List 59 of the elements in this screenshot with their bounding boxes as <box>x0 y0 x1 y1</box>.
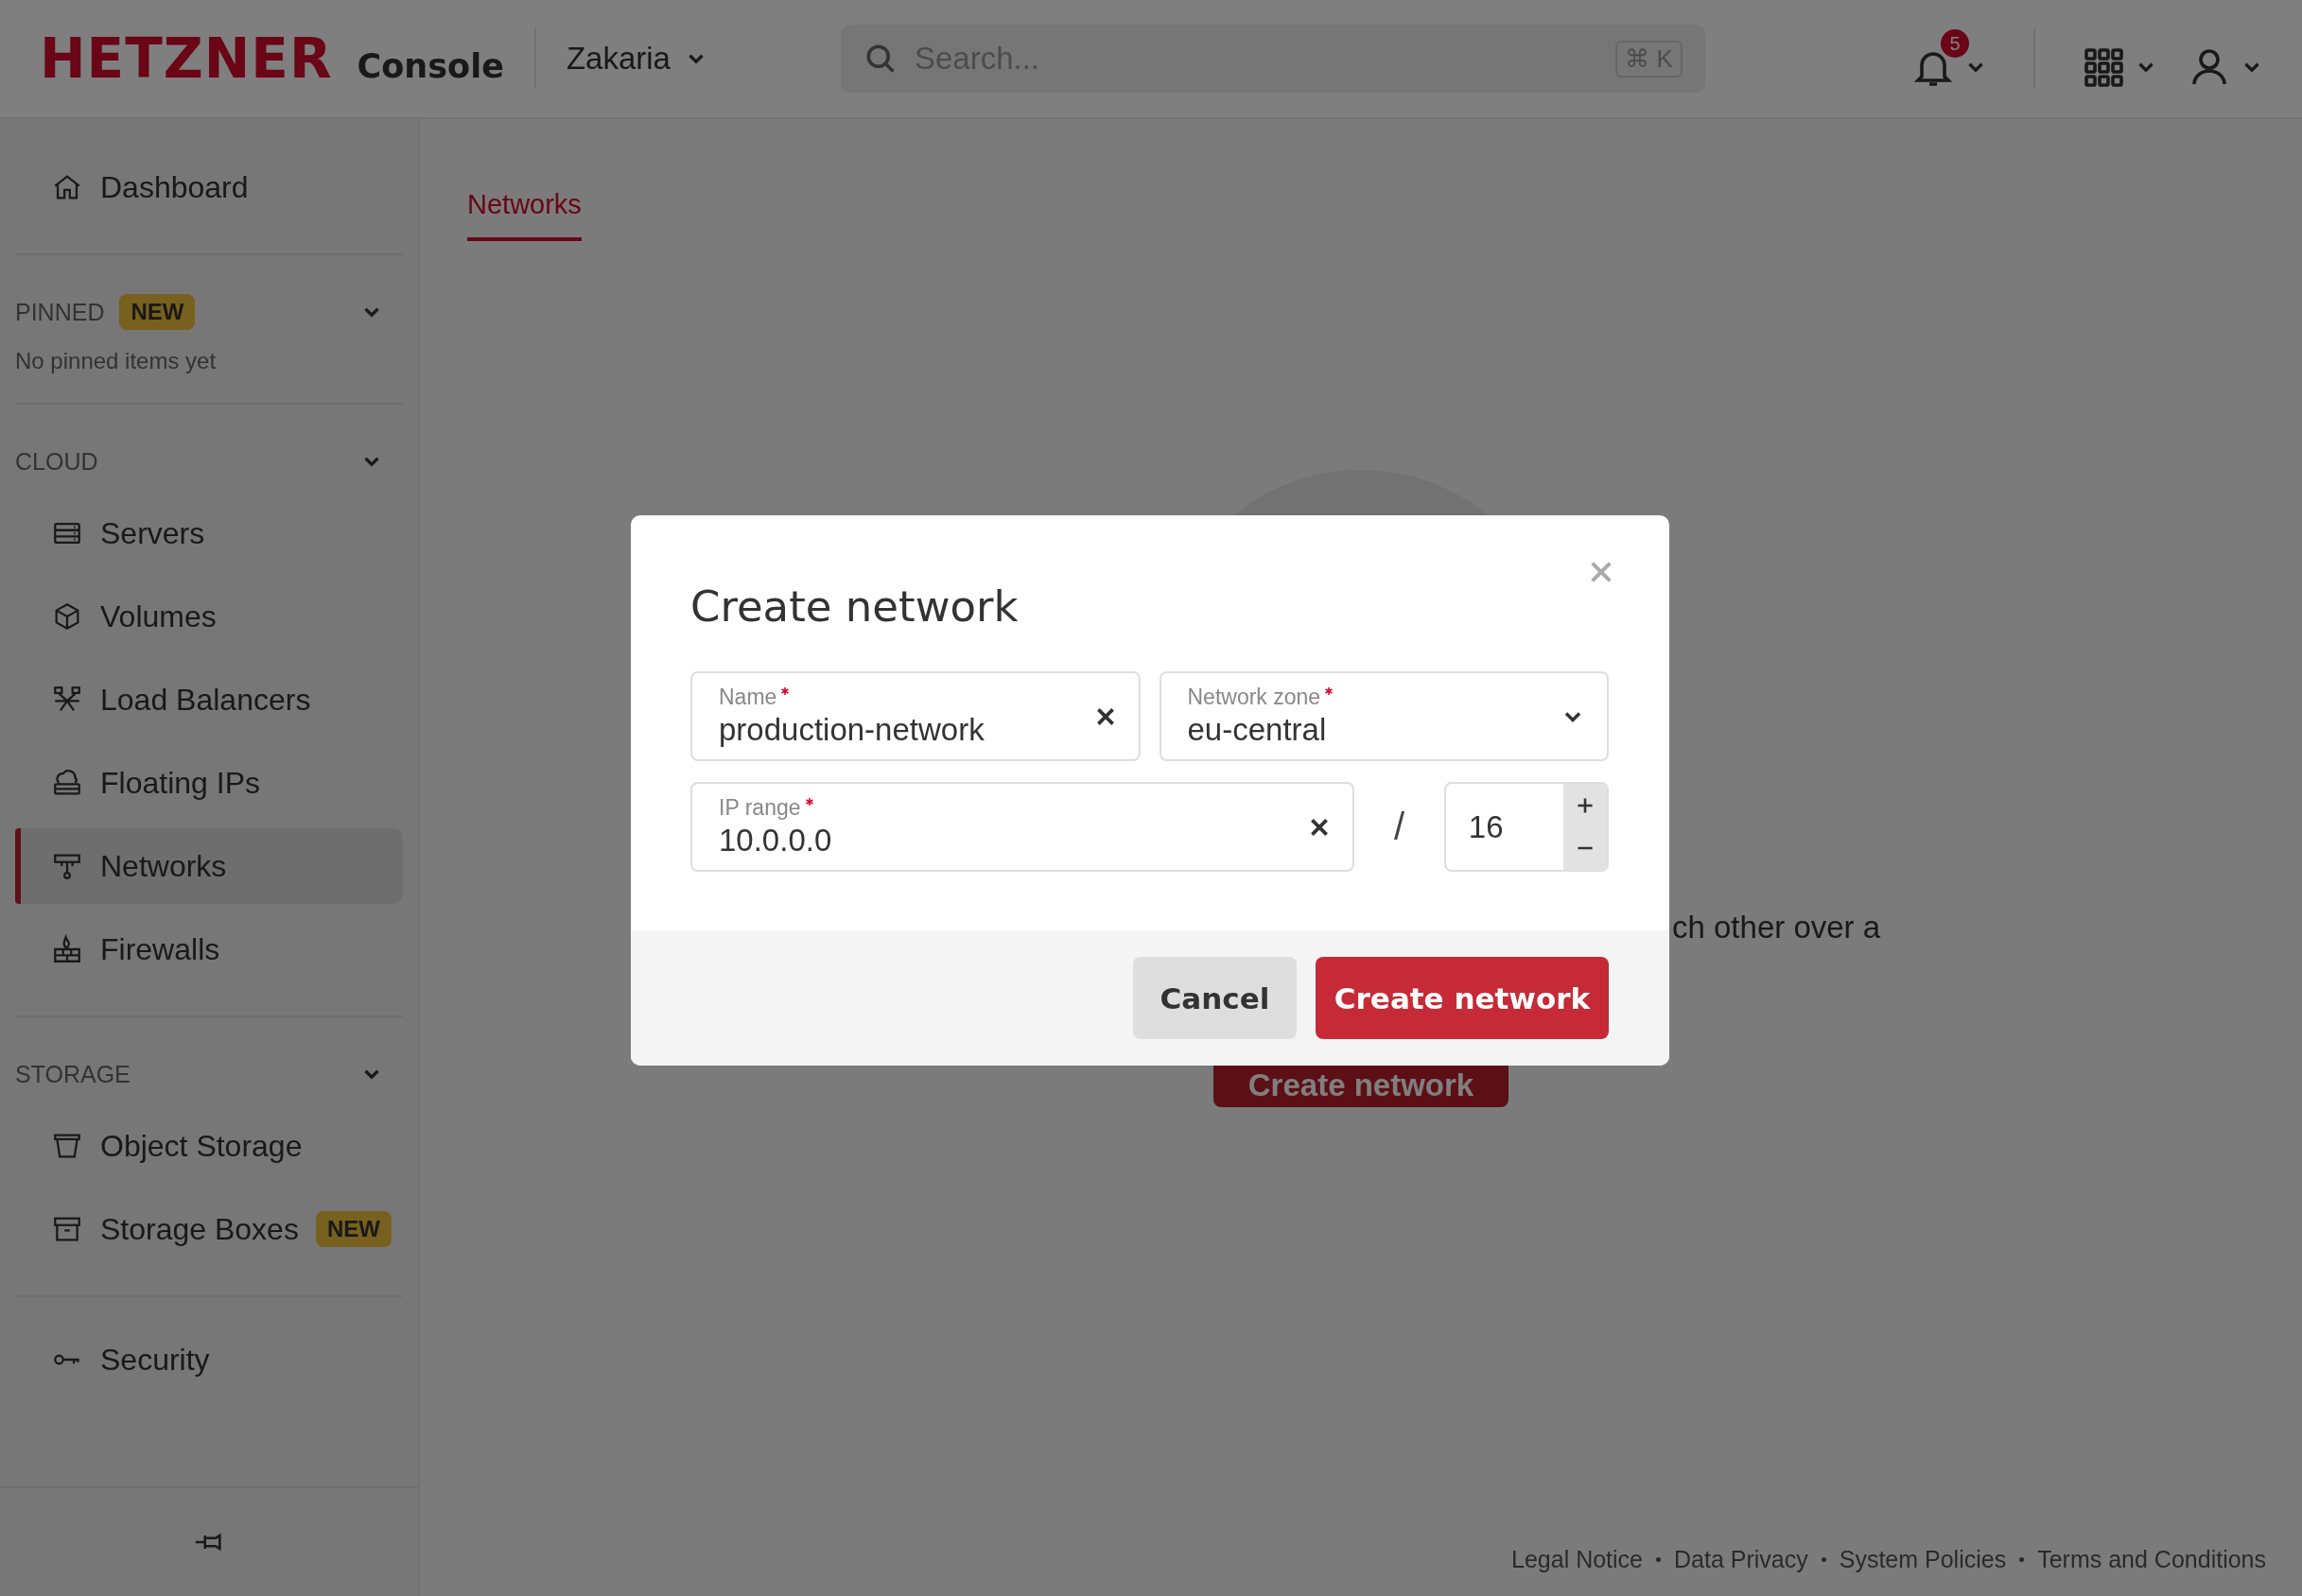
nav-label: Firewalls <box>100 931 220 967</box>
nav-item[interactable]: Volumes <box>15 579 403 654</box>
nav-item[interactable]: Servers <box>15 495 403 571</box>
field-value: 10.0.0.0 <box>719 823 833 859</box>
nav-label: Servers <box>100 515 205 551</box>
dialog-title: Create network <box>690 581 1020 632</box>
footer-link[interactable]: Terms and Conditions <box>2037 1546 2266 1573</box>
section-title: CLOUD <box>15 447 98 476</box>
footer-link[interactable]: System Policies <box>1839 1546 2007 1573</box>
field-label: IP range <box>719 795 1308 821</box>
footer-link[interactable]: Data Privacy <box>1674 1546 1808 1573</box>
product-name: Console <box>357 47 504 85</box>
firewall-icon <box>51 933 83 965</box>
cancel-button[interactable]: Cancel <box>1133 957 1297 1039</box>
nav-item[interactable]: Networks <box>15 828 403 904</box>
field-label: Network zone <box>1187 685 1560 710</box>
notification-badge: 5 <box>1941 29 1969 58</box>
section-header[interactable]: PINNED NEW <box>15 293 403 331</box>
empty-state-text: ch other over a <box>1672 910 1881 945</box>
separator-dot <box>1821 1557 1826 1562</box>
nav-item[interactable]: Storage Boxes NEW <box>15 1191 403 1267</box>
nav-item[interactable]: Load Balancers <box>15 662 403 737</box>
nav-label: Load Balancers <box>100 682 311 718</box>
footer-link[interactable]: Legal Notice <box>1511 1546 1644 1573</box>
section-header[interactable]: CLOUD <box>15 442 403 480</box>
empty-message: No pinned items yet <box>15 348 218 374</box>
new-badge: NEW <box>315 1211 392 1247</box>
section-header[interactable]: STORAGE <box>15 1055 403 1093</box>
network-zone-select[interactable]: Network zone eu-central <box>1159 671 1609 761</box>
separator-dot <box>2019 1557 2025 1562</box>
ip-range-field[interactable]: IP range 10.0.0.0 <box>690 782 1355 872</box>
name-field[interactable]: Name production-network <box>690 671 1141 761</box>
nav-label: Floating IPs <box>100 765 260 801</box>
notifications-button[interactable]: 5 <box>1910 27 1988 90</box>
create-network-button[interactable]: Create network <box>1316 957 1609 1039</box>
logo[interactable]: HETZNER <box>40 26 333 91</box>
nav-label: Object Storage <box>100 1128 303 1164</box>
nav-item[interactable]: Security <box>15 1322 403 1397</box>
tab[interactable]: Networks <box>467 189 582 241</box>
nav-label: Networks <box>100 848 227 884</box>
prefix-field[interactable]: 16 <box>1443 782 1609 872</box>
field-value: 16 <box>1468 808 1505 845</box>
section-title: STORAGE <box>15 1060 131 1088</box>
separator-dot <box>1656 1557 1662 1562</box>
nav-label: Storage Boxes <box>100 1211 299 1247</box>
project-selector[interactable]: Zakaria <box>566 41 708 77</box>
nav-item[interactable]: Object Storage <box>15 1108 403 1184</box>
new-badge: NEW <box>119 294 196 330</box>
nav-item[interactable]: Floating IPs <box>15 745 403 821</box>
nav-label: Volumes <box>100 598 217 634</box>
field-label: Name <box>719 685 1093 710</box>
nav-label: Security <box>100 1342 210 1378</box>
nav-item[interactable]: Firewalls <box>15 911 403 987</box>
field-value: eu-central <box>1187 712 1328 748</box>
section-title: PINNED <box>15 298 105 326</box>
nav-label: Dashboard <box>100 169 249 205</box>
field-value: production-network <box>719 712 985 748</box>
slash-separator: / <box>1392 806 1406 848</box>
nav-item[interactable]: Dashboard <box>15 149 403 225</box>
